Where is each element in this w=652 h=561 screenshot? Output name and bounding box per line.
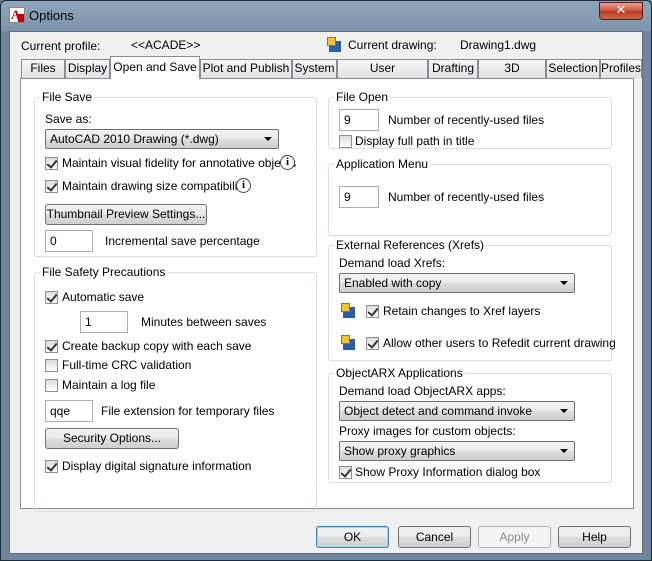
drawing-icon bbox=[327, 37, 343, 53]
objectarx-title: ObjectARX Applications bbox=[334, 366, 465, 380]
tab-3d-modeling[interactable]: 3D Modeling bbox=[478, 59, 546, 92]
demand-load-arx-value: Object detect and command invoke bbox=[344, 404, 533, 418]
tab-display[interactable]: Display bbox=[65, 59, 110, 78]
chevron-down-icon bbox=[560, 281, 568, 285]
current-profile-value: <<ACADE>> bbox=[131, 38, 201, 52]
tab-files[interactable]: Files bbox=[21, 59, 65, 78]
save-as-dropdown[interactable]: AutoCAD 2010 Drawing (*.dwg) bbox=[45, 129, 279, 149]
info-icon[interactable]: i bbox=[236, 178, 251, 193]
demand-load-xrefs-dropdown[interactable]: Enabled with copy bbox=[339, 273, 575, 293]
log-file-checkbox[interactable] bbox=[45, 379, 58, 392]
ok-button[interactable]: OK bbox=[316, 526, 389, 548]
close-icon: ✕ bbox=[615, 3, 627, 18]
xrefs-group: External References (Xrefs) Demand load … bbox=[328, 238, 616, 361]
proxy-images-label: Proxy images for custom objects: bbox=[339, 424, 516, 438]
digital-signature-checkbox[interactable] bbox=[45, 460, 58, 473]
demand-load-xrefs-label: Demand load Xrefs: bbox=[339, 256, 446, 270]
application-menu-title: Application Menu bbox=[334, 157, 431, 171]
options-window: A Options ✕ Current profile: <<ACADE>> C… bbox=[0, 0, 652, 561]
save-as-label: Save as: bbox=[45, 112, 92, 126]
chevron-down-icon bbox=[560, 409, 568, 413]
retain-changes-label: Retain changes to Xref layers bbox=[383, 304, 541, 318]
demand-load-arx-dropdown[interactable]: Object detect and command invoke bbox=[339, 401, 575, 421]
application-menu-recent-input[interactable]: 9 bbox=[339, 186, 379, 208]
current-drawing-label: Current drawing: bbox=[348, 38, 437, 52]
tab-plot-and-publish[interactable]: Plot and Publish bbox=[200, 59, 292, 78]
file-open-title: File Open bbox=[334, 90, 391, 104]
chevron-down-icon bbox=[560, 449, 568, 453]
allow-refedit-label: Allow other users to Refedit current dra… bbox=[383, 336, 616, 350]
crc-validation-checkbox[interactable] bbox=[45, 359, 58, 372]
allow-refedit-checkbox[interactable] bbox=[366, 337, 379, 350]
drawing-size-label: Maintain drawing size compatibility bbox=[62, 179, 247, 193]
backup-copy-checkbox[interactable] bbox=[45, 340, 58, 353]
current-drawing-value: Drawing1.dwg bbox=[460, 38, 537, 52]
incremental-save-input[interactable]: 0 bbox=[45, 230, 93, 252]
autocad-app-icon[interactable]: A bbox=[9, 7, 25, 23]
file-open-group: File Open 9 Number of recently-used file… bbox=[328, 90, 612, 149]
security-options-button[interactable]: Security Options... bbox=[45, 428, 179, 449]
current-profile-label: Current profile: bbox=[21, 39, 101, 53]
proxy-images-value: Show proxy graphics bbox=[344, 444, 456, 458]
close-button[interactable]: ✕ bbox=[599, 2, 643, 20]
automatic-save-checkbox[interactable] bbox=[45, 291, 58, 304]
help-button[interactable]: Help bbox=[558, 526, 631, 548]
file-save-group: File Save Save as: AutoCAD 2010 Drawing … bbox=[34, 90, 317, 257]
objectarx-group: ObjectARX Applications Demand load Objec… bbox=[328, 366, 612, 483]
application-menu-group: Application Menu 9 Number of recently-us… bbox=[328, 157, 612, 236]
save-as-value: AutoCAD 2010 Drawing (*.dwg) bbox=[50, 132, 219, 146]
tab-selection[interactable]: Selection bbox=[546, 59, 600, 78]
tab-profiles[interactable]: Profiles bbox=[600, 59, 642, 78]
file-save-title: File Save bbox=[40, 90, 95, 104]
open-and-save-panel: File Save Save as: AutoCAD 2010 Drawing … bbox=[20, 78, 634, 512]
drawing-size-checkbox[interactable] bbox=[45, 180, 58, 193]
file-extension-label: File extension for temporary files bbox=[101, 404, 275, 418]
proxy-dialog-label: Show Proxy Information dialog box bbox=[355, 465, 541, 479]
cancel-button[interactable]: Cancel bbox=[398, 526, 471, 548]
file-open-recent-input[interactable]: 9 bbox=[339, 109, 379, 131]
visual-fidelity-label: Maintain visual fidelity for annotative … bbox=[62, 156, 297, 170]
retain-changes-checkbox[interactable] bbox=[366, 305, 379, 318]
backup-copy-label: Create backup copy with each save bbox=[62, 339, 252, 353]
drawing-settings-icon bbox=[341, 335, 357, 351]
tab-user-preferences[interactable]: User Preferences bbox=[337, 59, 428, 92]
full-path-checkbox[interactable] bbox=[339, 135, 352, 148]
title-bar[interactable]: A Options ✕ bbox=[1, 1, 651, 31]
demand-load-arx-label: Demand load ObjectARX apps: bbox=[339, 384, 506, 398]
dialog-client: Current profile: <<ACADE>> Current drawi… bbox=[9, 31, 643, 554]
chevron-down-icon bbox=[264, 137, 272, 141]
file-safety-group: File Safety Precautions Automatic save 1… bbox=[34, 265, 317, 512]
demand-load-xrefs-value: Enabled with copy bbox=[344, 276, 442, 290]
tab-drafting[interactable]: Drafting bbox=[428, 59, 478, 78]
window-title: Options bbox=[29, 8, 74, 23]
proxy-dialog-checkbox[interactable] bbox=[339, 466, 352, 479]
visual-fidelity-checkbox[interactable] bbox=[45, 157, 58, 170]
apply-button[interactable]: Apply bbox=[478, 526, 551, 548]
tab-system[interactable]: System bbox=[292, 59, 337, 78]
file-safety-title: File Safety Precautions bbox=[40, 265, 168, 279]
incremental-save-label: Incremental save percentage bbox=[105, 234, 260, 248]
drawing-settings-icon bbox=[341, 303, 357, 319]
minutes-between-saves-label: Minutes between saves bbox=[141, 315, 267, 329]
crc-validation-label: Full-time CRC validation bbox=[62, 358, 192, 372]
tab-open-and-save[interactable]: Open and Save bbox=[110, 56, 200, 79]
proxy-images-dropdown[interactable]: Show proxy graphics bbox=[339, 441, 575, 461]
info-icon[interactable]: i bbox=[280, 155, 295, 170]
application-menu-recent-label: Number of recently-used files bbox=[388, 190, 545, 204]
file-extension-input[interactable]: qqe bbox=[45, 400, 93, 422]
automatic-save-label: Automatic save bbox=[62, 290, 145, 304]
minutes-between-saves-input[interactable]: 1 bbox=[80, 311, 128, 333]
xrefs-title: External References (Xrefs) bbox=[334, 238, 487, 252]
file-open-recent-label: Number of recently-used files bbox=[388, 113, 545, 127]
thumbnail-preview-button[interactable]: Thumbnail Preview Settings... bbox=[45, 204, 207, 225]
full-path-label: Display full path in title bbox=[355, 134, 475, 148]
digital-signature-label: Display digital signature information bbox=[62, 459, 252, 473]
log-file-label: Maintain a log file bbox=[62, 378, 156, 392]
